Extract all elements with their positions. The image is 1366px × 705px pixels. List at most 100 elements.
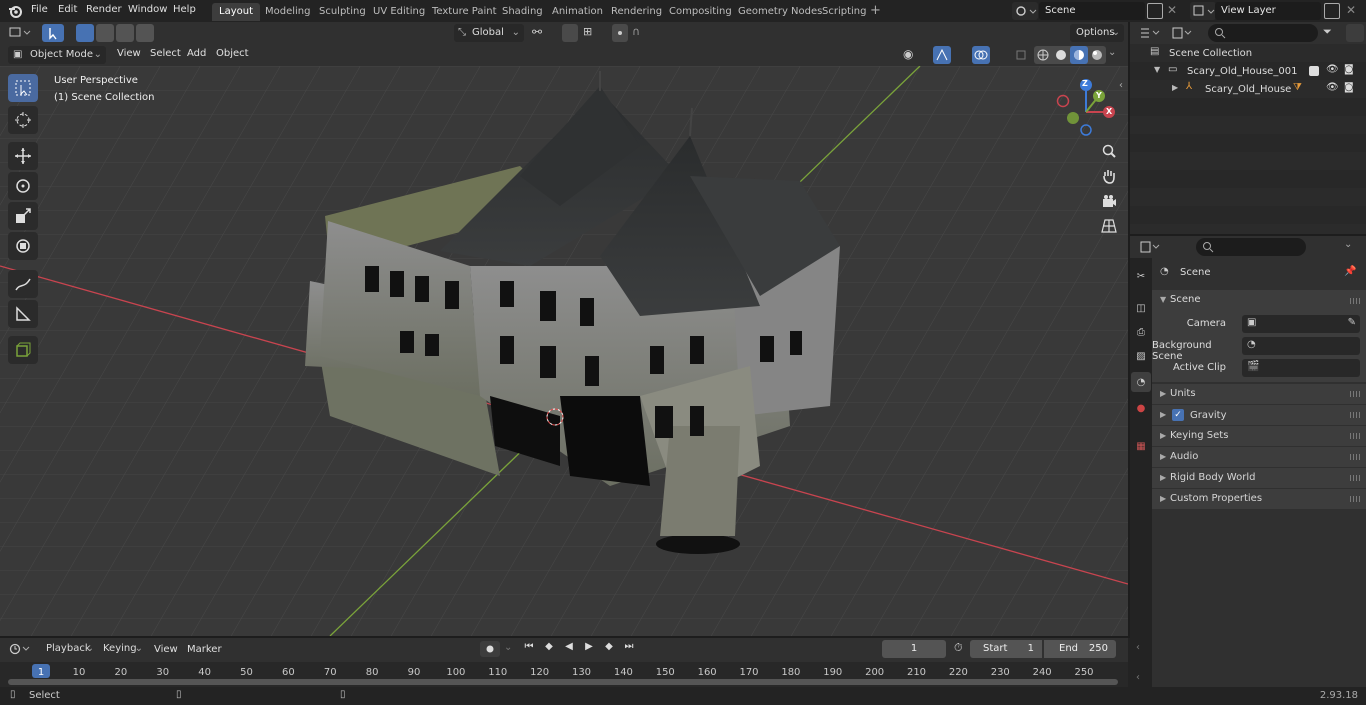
scene-name-field[interactable]: Scene (1039, 2, 1145, 20)
timeline-menu-marker[interactable]: Marker (187, 644, 222, 655)
tab-rendering[interactable]: Rendering (604, 3, 669, 21)
sidebar-toggle-icon[interactable]: ‹ (1119, 80, 1123, 91)
select-tool-icon[interactable] (42, 24, 64, 42)
new-collection-icon[interactable] (1346, 24, 1364, 42)
active-clip-field[interactable]: 🎬 (1242, 359, 1360, 377)
remove-scene-icon[interactable]: ✕ (1167, 3, 1177, 17)
play-icon[interactable]: ▶ (580, 641, 598, 652)
select-box-tool-icon[interactable] (8, 74, 38, 102)
world-tab-icon[interactable]: ● (1131, 398, 1151, 418)
eyedropper-icon[interactable]: ✎ (1348, 317, 1356, 328)
menu-render[interactable]: Render (86, 4, 122, 15)
xray-toggle-icon[interactable] (1014, 46, 1030, 64)
add-workspace-icon[interactable]: + (870, 4, 881, 18)
scene-tab-icon[interactable]: ◔ (1131, 372, 1151, 392)
viewport-menu-select[interactable]: Select (150, 48, 181, 59)
options-dropdown[interactable]: Options ⌄ (1070, 24, 1124, 42)
timeline-scrollbar[interactable] (8, 679, 1118, 685)
viewport-menu-add[interactable]: Add (187, 48, 206, 59)
wireframe-shading-icon[interactable] (1034, 46, 1052, 64)
tab-modeling[interactable]: Modeling (258, 3, 318, 21)
texture-tab-icon[interactable]: ▦ (1131, 436, 1151, 456)
overlays-toggle-icon[interactable] (972, 46, 990, 64)
jump-to-start-icon[interactable]: ⏮ (520, 641, 538, 652)
render-camera-icon[interactable]: ◙ (1344, 82, 1354, 93)
select-new-icon[interactable] (76, 24, 94, 42)
current-frame-field[interactable]: 1 (882, 640, 946, 658)
menu-file[interactable]: File (31, 4, 48, 15)
drag-handle-icon[interactable] (1350, 412, 1360, 418)
tool-tab-icon[interactable]: ✂ (1131, 266, 1151, 286)
camera-view-icon[interactable] (1098, 190, 1120, 212)
shading-options-chevron-icon[interactable]: ⌄ (1108, 47, 1116, 58)
pivot-point-icon[interactable]: ⚯ (532, 25, 542, 39)
outliner-row-collection[interactable]: ▼ ▭ Scary_Old_House_001 👁 ◙ (1130, 62, 1366, 80)
scale-tool-icon[interactable] (8, 202, 38, 230)
visibility-eye-icon[interactable]: 👁 (1326, 82, 1339, 93)
rotate-tool-icon[interactable] (8, 172, 38, 200)
rigid-body-world-panel-header[interactable]: ▶ Rigid Body World (1152, 468, 1366, 488)
tab-sculpting[interactable]: Sculpting (312, 3, 373, 21)
audio-panel-header[interactable]: ▶ Audio (1152, 447, 1366, 467)
scene-panel-header[interactable]: ▼ Scene (1152, 290, 1366, 312)
select-extend-icon[interactable] (96, 24, 114, 42)
keying-menu[interactable]: Keying ⌄ (97, 640, 145, 658)
select-intersect-icon[interactable] (136, 24, 154, 42)
record-button[interactable] (480, 641, 500, 657)
measure-tool-icon[interactable] (8, 300, 38, 328)
drag-handle-icon[interactable] (1350, 433, 1360, 439)
snap-toggle-icon[interactable] (562, 24, 578, 42)
timeline-menu-view[interactable]: View (154, 644, 178, 655)
tab-uv-editing[interactable]: UV Editing (366, 3, 432, 21)
gravity-checkbox[interactable]: ✓ (1172, 409, 1184, 421)
viewport-menu-object[interactable]: Object (216, 48, 249, 59)
transform-tool-icon[interactable] (8, 232, 38, 260)
play-reverse-icon[interactable]: ◀ (560, 641, 578, 652)
properties-search-input[interactable] (1196, 238, 1306, 256)
menu-help[interactable]: Help (173, 4, 196, 15)
drag-handle-icon[interactable] (1350, 298, 1360, 304)
tab-animation[interactable]: Animation (545, 3, 610, 21)
display-mode-icon[interactable] (1170, 25, 1196, 41)
pin-icon[interactable]: 📌 (1344, 266, 1356, 277)
3d-viewport[interactable]: User Perspective (1) Scene Collection Z … (0, 66, 1128, 636)
perspective-toggle-icon[interactable] (1098, 215, 1120, 237)
timeline-sidebar-arrow-icon[interactable]: ‹ (1136, 672, 1140, 683)
drag-handle-icon[interactable] (1350, 454, 1360, 460)
new-view-layer-icon[interactable] (1324, 3, 1340, 19)
tab-layout[interactable]: Layout (212, 3, 260, 21)
menu-window[interactable]: Window (128, 4, 167, 15)
move-tool-icon[interactable] (8, 142, 38, 170)
playback-menu[interactable]: Playback ⌄ (40, 640, 96, 658)
snap-target-icon[interactable]: ⊞ (583, 25, 592, 38)
custom-properties-panel-header[interactable]: ▶ Custom Properties (1152, 489, 1366, 509)
auto-keying-chevron-icon[interactable]: ⌄ (504, 642, 512, 653)
gravity-panel-header[interactable]: ▶ ✓ Gravity (1152, 405, 1366, 425)
visibility-icon[interactable]: ◉ (903, 47, 913, 61)
pan-hand-icon[interactable] (1098, 165, 1120, 187)
camera-field[interactable]: ▣ ✎ (1242, 315, 1360, 333)
select-subtract-icon[interactable] (116, 24, 134, 42)
filter-icon[interactable]: ⏷ (1323, 25, 1332, 39)
jump-to-end-icon[interactable]: ⏭ (620, 641, 638, 652)
rendered-shading-icon[interactable] (1088, 46, 1106, 64)
timeline-editor-type-icon[interactable] (8, 641, 34, 657)
annotate-tool-icon[interactable] (8, 270, 38, 298)
drag-handle-icon[interactable] (1350, 475, 1360, 481)
properties-options-chevron-icon[interactable]: ⌄ (1344, 239, 1352, 250)
expand-arrow-icon[interactable]: ▶ (1172, 83, 1178, 92)
remove-view-layer-icon[interactable]: ✕ (1346, 3, 1356, 17)
gizmo-toggle-icon[interactable] (933, 46, 951, 64)
timeline-sidebar-arrow-icon[interactable]: ‹ (1136, 642, 1140, 653)
transform-orientation-dropdown[interactable]: Global ⤡ ⌄ (454, 24, 524, 42)
end-frame-field[interactable]: End 250 (1044, 640, 1116, 658)
render-tab-icon[interactable]: ◫ (1131, 298, 1151, 318)
jump-to-keyframe-back-icon[interactable]: ◆ (540, 641, 558, 652)
jump-to-keyframe-forward-icon[interactable]: ◆ (600, 641, 618, 652)
zoom-icon[interactable] (1098, 140, 1120, 162)
outliner-row-object[interactable]: ▶ ⅄ Scary_Old_House ⧩ 👁 ◙ (1130, 80, 1366, 98)
tab-texture-paint[interactable]: Texture Paint (425, 3, 504, 21)
new-scene-icon[interactable] (1147, 3, 1163, 19)
properties-editor-type-icon[interactable] (1138, 239, 1164, 255)
menu-edit[interactable]: Edit (58, 4, 77, 15)
